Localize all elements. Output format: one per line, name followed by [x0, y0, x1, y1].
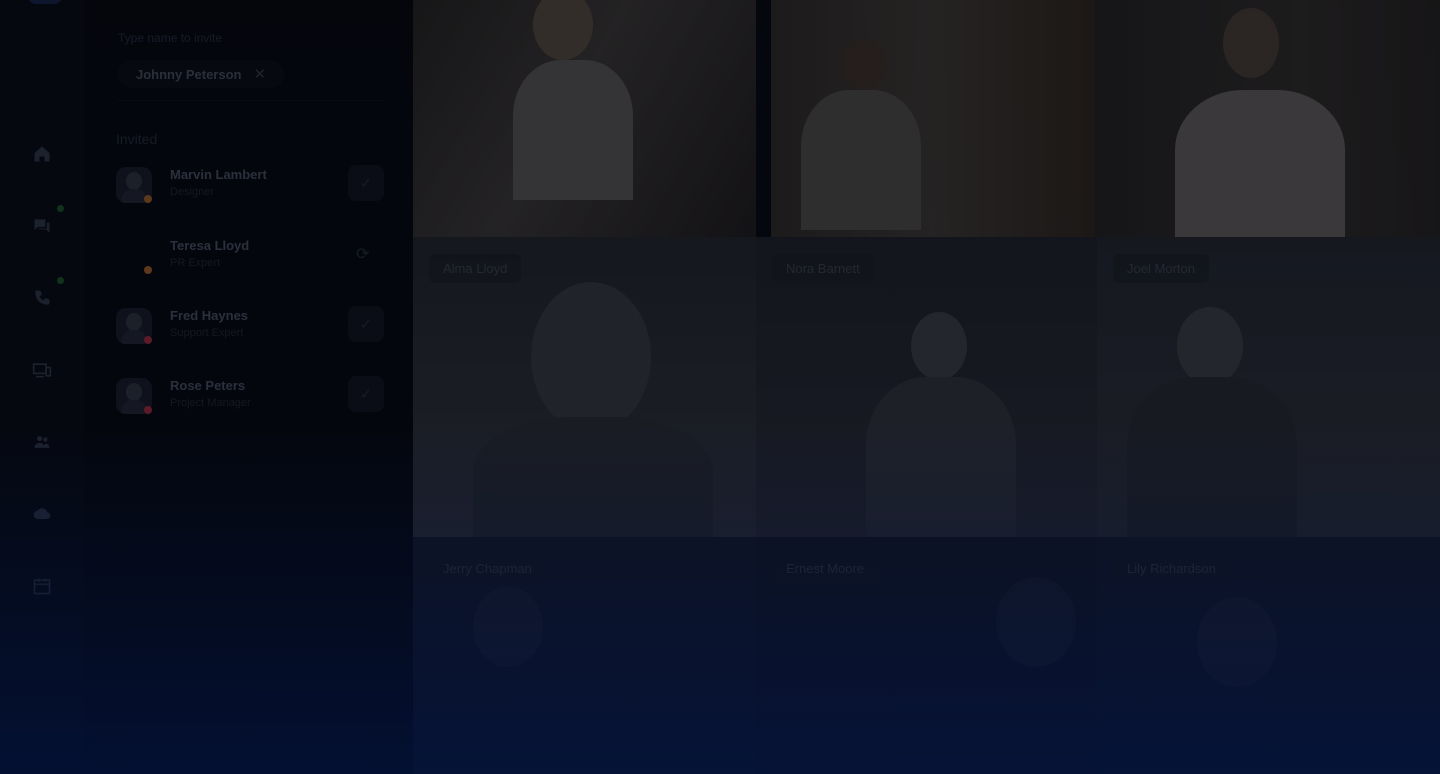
person-role: PR Expert: [170, 257, 221, 269]
video-tile[interactable]: [771, 0, 1095, 237]
person-name: Marvin Lambert: [170, 167, 267, 182]
video-tile[interactable]: Ernest Moore: [756, 537, 1097, 774]
participant-name-tag: Joel Morton: [1113, 254, 1209, 283]
person-name: Teresa Lloyd: [170, 238, 250, 253]
phone-icon[interactable]: [30, 286, 54, 310]
invite-input-underline: [118, 100, 383, 101]
video-grid: Alma Lloyd Nora Barnett Joel Morton Jerr…: [413, 0, 1440, 774]
chat-status-dot: [57, 205, 64, 212]
contacts-icon[interactable]: [30, 430, 54, 454]
status-dot: [144, 195, 152, 203]
person-name: Rose Peters: [170, 378, 246, 393]
participant-name-tag: Alma Lloyd: [429, 254, 522, 283]
participant-name-tag: Nora Barnett: [772, 254, 874, 283]
invited-section-title: Invited: [116, 131, 158, 147]
status-dot: [144, 406, 152, 414]
video-tile[interactable]: Jerry Chapman: [413, 537, 756, 774]
invited-person[interactable]: Rose Peters Project Manager ✓: [116, 376, 386, 416]
video-tile[interactable]: Joel Morton: [1097, 237, 1440, 537]
invitee-chip[interactable]: Johnny Peterson ✕: [118, 60, 285, 88]
invite-panel: Type name to invite Johnny Peterson ✕ In…: [84, 0, 413, 774]
person-role: Support Expert: [170, 327, 244, 339]
calendar-icon[interactable]: [30, 574, 54, 598]
app-logo[interactable]: [28, 0, 62, 4]
close-icon[interactable]: ✕: [253, 65, 266, 83]
phone-status-dot: [57, 277, 64, 284]
accepted-check-button[interactable]: ✓: [348, 165, 384, 201]
status-dot: [144, 266, 152, 274]
chat-icon[interactable]: [30, 214, 54, 238]
pending-icon: ⟳: [356, 246, 370, 263]
video-tile[interactable]: Alma Lloyd: [413, 237, 756, 537]
invited-person[interactable]: Fred Haynes Support Expert ✓: [116, 306, 386, 346]
cloud-icon[interactable]: [30, 502, 54, 526]
home-icon[interactable]: [30, 142, 54, 166]
accepted-check-button[interactable]: ✓: [348, 306, 384, 342]
status-dot: [144, 336, 152, 344]
participant-name-tag: Ernest Moore: [772, 554, 879, 583]
participant-name-tag: Lily Richardson: [1113, 554, 1230, 583]
nav-rail: [0, 0, 85, 774]
person-role: Project Manager: [170, 397, 251, 409]
video-tile[interactable]: [1095, 0, 1440, 237]
video-tile[interactable]: [413, 0, 756, 237]
person-name: Fred Haynes: [170, 308, 249, 323]
participant-name-tag: Jerry Chapman: [429, 554, 546, 583]
invite-input-label: Type name to invite: [118, 31, 223, 45]
devices-icon[interactable]: [30, 358, 54, 382]
video-tile[interactable]: Lily Richardson: [1097, 537, 1440, 774]
person-role: Designer: [170, 186, 215, 198]
invitee-chip-name: Johnny Peterson: [136, 66, 242, 82]
video-tile[interactable]: Nora Barnett: [756, 237, 1097, 537]
accepted-check-button[interactable]: ✓: [348, 376, 384, 412]
invited-person[interactable]: Marvin Lambert Designer ✓: [116, 165, 386, 205]
invited-person[interactable]: Teresa Lloyd PR Expert ⟳: [116, 236, 386, 276]
